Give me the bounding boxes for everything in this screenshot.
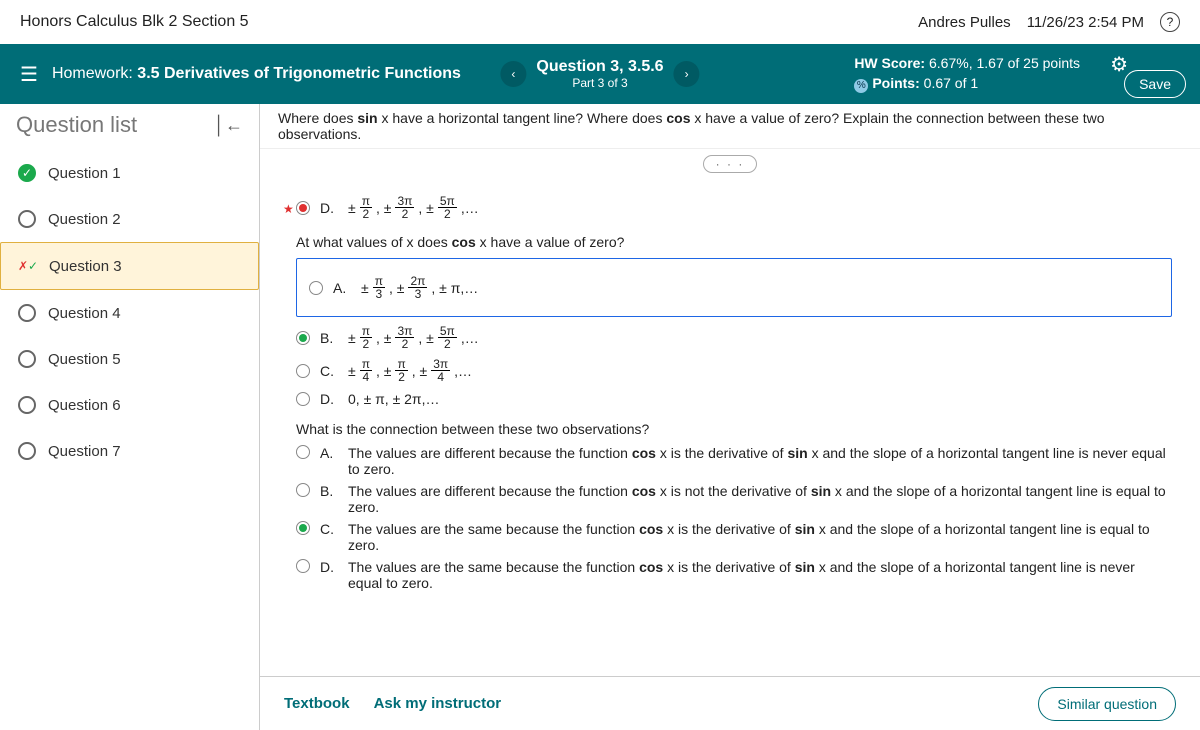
- course-title: Honors Calculus Blk 2 Section 5: [20, 13, 249, 31]
- assignment-header: ☰ Homework: 3.5 Derivatives of Trigonome…: [0, 44, 1200, 104]
- sidebar-item-q4[interactable]: Question 4: [0, 290, 259, 336]
- option-text: The values are the same because the func…: [348, 559, 1172, 591]
- sidebar-item-label: Question 4: [48, 305, 121, 322]
- hw-label: Homework:: [52, 65, 133, 82]
- radio-conn-b[interactable]: [296, 483, 310, 497]
- collapse-icon[interactable]: │←: [214, 115, 243, 136]
- math-expression: ±π3 , ±2π3 , ± π,…: [361, 275, 478, 300]
- sidebar-item-label: Question 5: [48, 351, 121, 368]
- question-nav: ‹ Question 3, 3.5.6 Part 3 of 3 ›: [500, 58, 699, 90]
- sidebar-item-q6[interactable]: Question 6: [0, 382, 259, 428]
- radio-conn-c-selected[interactable]: [296, 521, 310, 535]
- option-text: The values are different because the fun…: [348, 483, 1172, 515]
- user-block: Andres Pulles 11/26/23 2:54 PM ?: [918, 12, 1180, 32]
- option-b[interactable]: B. ±π2 , ±3π2 , ±5π2 ,…: [296, 325, 1172, 350]
- hw-score-value: 6.67%, 1.67 of 25 points: [929, 55, 1080, 71]
- radio-conn-d[interactable]: [296, 559, 310, 573]
- option-d[interactable]: D. 0, ± π, ± 2π,…: [296, 391, 1172, 407]
- more-icon[interactable]: · · ·: [260, 155, 1200, 173]
- radio-b-selected[interactable]: [296, 331, 310, 345]
- status-icon: [18, 350, 36, 368]
- radio-a[interactable]: [309, 281, 323, 295]
- next-question-button[interactable]: ›: [674, 61, 700, 87]
- sidebar-item-label: Question 6: [48, 397, 121, 414]
- points-value: 0.67 of 1: [924, 75, 979, 91]
- points-icon: %: [854, 79, 868, 93]
- status-icon: [18, 304, 36, 322]
- question-part: Part 3 of 3: [536, 76, 663, 90]
- menu-icon[interactable]: ☰: [20, 62, 38, 87]
- status-icon: [18, 210, 36, 228]
- sidebar-item-label: Question 7: [48, 443, 121, 460]
- math-expression: ±π2 , ±3π2 , ±5π2 ,…: [348, 325, 479, 350]
- homework-title-block: Homework: 3.5 Derivatives of Trigonometr…: [52, 64, 461, 85]
- option-text: The values are the same because the func…: [348, 521, 1172, 553]
- similar-question-button[interactable]: Similar question: [1038, 687, 1176, 721]
- math-expression: ±π4 , ±π2 , ±3π4 ,…: [348, 358, 472, 383]
- highlighted-option-a[interactable]: A. ±π3 , ±2π3 , ± π,…: [296, 258, 1172, 317]
- option-c[interactable]: C. ±π4 , ±π2 , ±3π4 ,…: [296, 358, 1172, 383]
- math-expression: ±π2 , ±3π2 , ±5π2 ,…: [348, 195, 479, 220]
- partial-icon: [19, 257, 37, 275]
- prev-answer-d: D. ±π2 , ±3π2 , ±5π2 ,…: [296, 195, 1172, 220]
- score-block: HW Score: 6.67%, 1.67 of 25 points % Poin…: [854, 54, 1080, 93]
- radio-c[interactable]: [296, 364, 310, 378]
- radio-selected-wrong: [296, 201, 310, 215]
- user-name: Andres Pulles: [918, 14, 1011, 31]
- conn-option-d[interactable]: D. The values are the same because the f…: [296, 559, 1172, 591]
- sidebar-item-q2[interactable]: Question 2: [0, 196, 259, 242]
- option-text: The values are different because the fun…: [348, 445, 1172, 477]
- subquestion-cos-zero: At what values of x does cos x have a va…: [296, 234, 1172, 250]
- conn-option-c[interactable]: C. The values are the same because the f…: [296, 521, 1172, 553]
- sidebar-item-label: Question 1: [48, 165, 121, 182]
- status-icon: [18, 442, 36, 460]
- question-list-title: Question list: [16, 112, 137, 138]
- sidebar-item-q1[interactable]: ✓ Question 1: [0, 150, 259, 196]
- conn-option-b[interactable]: B. The values are different because the …: [296, 483, 1172, 515]
- question-list-header: Question list │←: [0, 104, 259, 150]
- sidebar-item-q7[interactable]: Question 7: [0, 428, 259, 474]
- prev-question-button[interactable]: ‹: [500, 61, 526, 87]
- sidebar-item-q3[interactable]: Question 3: [0, 242, 259, 290]
- save-button[interactable]: Save: [1124, 70, 1186, 98]
- connection-options: A. The values are different because the …: [296, 445, 1172, 591]
- radio-conn-a[interactable]: [296, 445, 310, 459]
- points-label: Points:: [872, 75, 919, 91]
- math-expression: 0, ± π, ± 2π,…: [348, 391, 440, 407]
- radio-d[interactable]: [296, 392, 310, 406]
- conn-option-a[interactable]: A. The values are different because the …: [296, 445, 1172, 477]
- hw-score-label: HW Score:: [854, 55, 925, 71]
- check-icon: ✓: [18, 164, 36, 182]
- subquestion-connection: What is the connection between these two…: [296, 421, 1172, 437]
- help-icon[interactable]: ?: [1160, 12, 1180, 32]
- question-prompt: Where does sin x have a horizontal tange…: [260, 104, 1200, 149]
- textbook-link[interactable]: Textbook: [284, 695, 350, 712]
- settings-icon[interactable]: ⚙: [1110, 52, 1128, 77]
- footer-bar: Textbook Ask my instructor Similar quest…: [260, 676, 1200, 730]
- question-list-sidebar: Question list │← ✓Question 1 Question 2 …: [0, 104, 260, 730]
- ask-instructor-link[interactable]: Ask my instructor: [374, 695, 502, 712]
- sidebar-item-q5[interactable]: Question 5: [0, 336, 259, 382]
- question-content: Where does sin x have a horizontal tange…: [260, 104, 1200, 730]
- hw-title: 3.5 Derivatives of Trigonometric Functio…: [137, 65, 461, 82]
- top-bar: Honors Calculus Blk 2 Section 5 Andres P…: [0, 0, 1200, 44]
- question-number: Question 3, 3.5.6: [536, 58, 663, 76]
- datetime: 11/26/23 2:54 PM: [1027, 14, 1144, 31]
- status-icon: [18, 396, 36, 414]
- sidebar-item-label: Question 3: [49, 258, 122, 275]
- question-title: Question 3, 3.5.6 Part 3 of 3: [536, 58, 663, 90]
- sidebar-item-label: Question 2: [48, 211, 121, 228]
